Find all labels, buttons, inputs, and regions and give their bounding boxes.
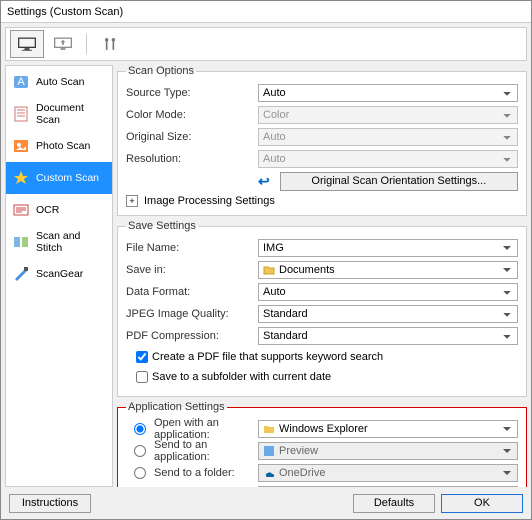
sidebar: A Auto Scan Document Scan Photo Scan Cus… (5, 65, 113, 487)
save-in-select[interactable]: Documents (258, 261, 518, 279)
data-format-select[interactable]: Auto (258, 283, 518, 301)
send-app-radio[interactable] (134, 445, 146, 457)
tab-separator (86, 34, 87, 54)
open-app-label: Open with an application: (154, 417, 252, 441)
tab-general-settings[interactable] (93, 30, 127, 58)
window-title: Settings (Custom Scan) (7, 6, 123, 18)
monitor-arrow-icon (53, 36, 73, 52)
sidebar-item-label: Custom Scan (36, 172, 99, 184)
sidebar-item-label: OCR (36, 204, 59, 216)
application-settings-legend: Application Settings (126, 401, 227, 413)
open-app-select[interactable]: Windows Explorer (258, 420, 518, 438)
instructions-button[interactable]: Instructions (9, 494, 91, 513)
data-format-label: Data Format: (126, 286, 252, 298)
sidebar-item-auto-scan[interactable]: A Auto Scan (6, 66, 112, 98)
expander-label: Image Processing Settings (144, 195, 275, 207)
auto-scan-icon: A (12, 73, 30, 91)
color-mode-label: Color Mode: (126, 109, 252, 121)
save-settings-legend: Save Settings (126, 220, 198, 232)
file-name-label: File Name: (126, 242, 252, 254)
sidebar-item-label: Auto Scan (36, 76, 84, 88)
titlebar: Settings (Custom Scan) (1, 1, 531, 23)
explorer-icon (263, 423, 275, 435)
original-size-select: Auto (258, 128, 518, 146)
send-folder-label: Send to a folder: (154, 467, 235, 479)
top-tab-bar (5, 27, 527, 61)
svg-text:A: A (17, 76, 25, 88)
save-in-label: Save in: (126, 264, 252, 276)
main-area: A Auto Scan Document Scan Photo Scan Cus… (5, 65, 527, 487)
jpeg-quality-select[interactable]: Standard (258, 305, 518, 323)
sidebar-item-label: Scan and Stitch (36, 230, 106, 254)
attach-email-select[interactable]: None (Attach Manually) (258, 486, 518, 487)
plus-icon: + (126, 195, 138, 207)
defaults-button[interactable]: Defaults (353, 494, 435, 513)
source-type-select[interactable]: Auto (258, 84, 518, 102)
monitor-icon (17, 36, 37, 52)
preview-icon (263, 445, 275, 457)
orientation-settings-button[interactable]: Original Scan Orientation Settings... (280, 172, 518, 191)
footer-bar: Instructions Defaults OK (5, 491, 527, 515)
sidebar-item-photo-scan[interactable]: Photo Scan (6, 130, 112, 162)
file-name-input[interactable]: IMG (258, 239, 518, 257)
scan-options-legend: Scan Options (126, 65, 196, 77)
sidebar-item-custom-scan[interactable]: Custom Scan (6, 162, 112, 194)
sidebar-item-scan-stitch[interactable]: Scan and Stitch (6, 226, 112, 258)
sidebar-item-ocr[interactable]: OCR (6, 194, 112, 226)
content-panel: Scan Options Source Type: Auto Color Mod… (117, 65, 527, 487)
document-icon (12, 105, 30, 123)
image-processing-expander[interactable]: + Image Processing Settings (126, 195, 518, 207)
sidebar-item-label: ScanGear (36, 268, 83, 280)
folder-icon (263, 264, 275, 276)
sidebar-item-label: Photo Scan (36, 140, 90, 152)
send-app-select[interactable]: Preview (258, 442, 518, 460)
scan-options-group: Scan Options Source Type: Auto Color Mod… (117, 65, 527, 216)
ocr-icon (12, 201, 30, 219)
pdf-keyword-label: Create a PDF file that supports keyword … (152, 351, 383, 363)
sidebar-item-label: Document Scan (36, 102, 106, 126)
save-settings-group: Save Settings File Name: IMG Save in: Do… (117, 220, 527, 397)
pdf-compression-label: PDF Compression: (126, 330, 252, 342)
source-type-label: Source Type: (126, 87, 252, 99)
subfolder-label: Save to a subfolder with current date (152, 371, 331, 383)
jpeg-quality-label: JPEG Image Quality: (126, 308, 252, 320)
tools-icon (100, 36, 120, 52)
application-settings-group: Application Settings Open with an applic… (117, 401, 527, 487)
sidebar-item-scangear[interactable]: ScanGear (6, 258, 112, 290)
pdf-compression-select[interactable]: Standard (258, 327, 518, 345)
resolution-label: Resolution: (126, 153, 252, 165)
ok-button[interactable]: OK (441, 494, 523, 513)
window-body: A Auto Scan Document Scan Photo Scan Cus… (1, 23, 531, 519)
star-icon (12, 169, 30, 187)
settings-window: Settings (Custom Scan) A Auto Scan (0, 0, 532, 520)
send-folder-select[interactable]: OneDrive (258, 464, 518, 482)
original-size-label: Original Size: (126, 131, 252, 143)
color-mode-select: Color (258, 106, 518, 124)
send-folder-radio[interactable] (134, 467, 146, 479)
send-app-label: Send to an application: (154, 439, 252, 463)
open-app-radio[interactable] (134, 423, 146, 435)
sidebar-item-document-scan[interactable]: Document Scan (6, 98, 112, 130)
tab-scan-from-computer[interactable] (10, 30, 44, 58)
scangear-icon (12, 265, 30, 283)
stitch-icon (12, 233, 30, 251)
subfolder-checkbox[interactable] (136, 371, 148, 383)
photo-icon (12, 137, 30, 155)
pdf-keyword-checkbox[interactable] (136, 351, 148, 363)
swap-arrow-icon[interactable]: ↩ (258, 173, 270, 190)
resolution-select: Auto (258, 150, 518, 168)
onedrive-icon (263, 467, 275, 479)
tab-scan-from-panel[interactable] (46, 30, 80, 58)
